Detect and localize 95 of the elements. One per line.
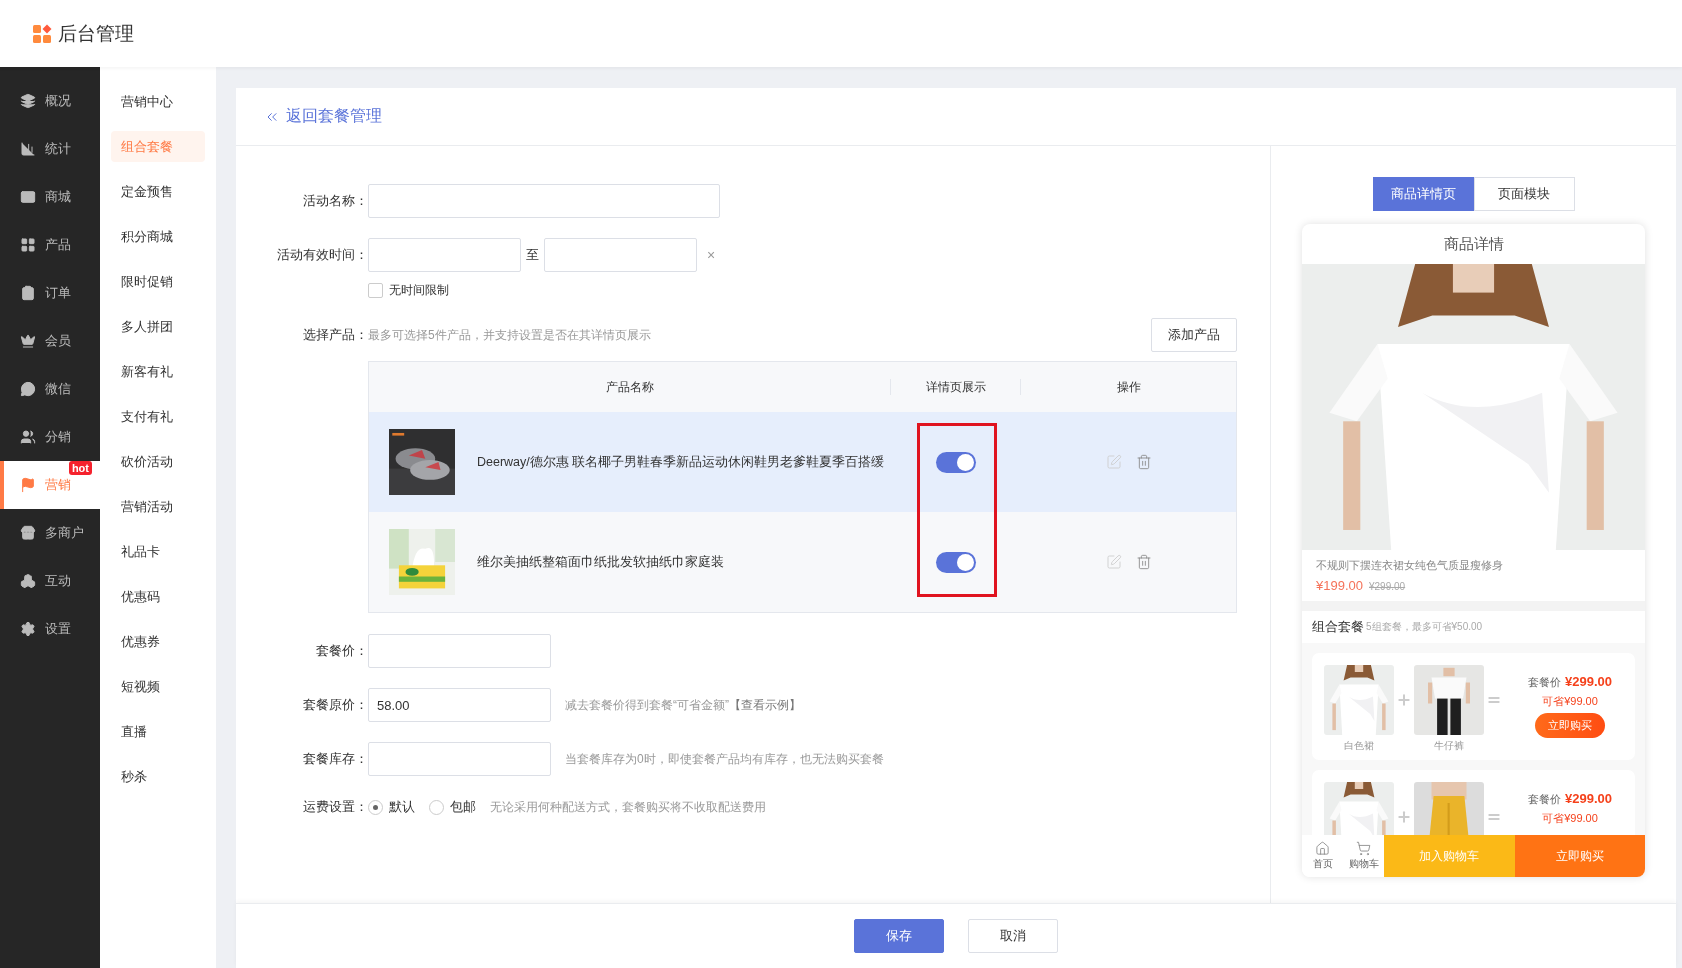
nav-item[interactable]: 订单: [0, 269, 100, 317]
nav-item[interactable]: 营销 hot: [0, 461, 100, 509]
cart-icon: [1356, 841, 1371, 856]
submenu-item[interactable]: 支付有礼: [111, 401, 205, 432]
checkbox[interactable]: 无时间限制: [368, 282, 449, 299]
nav-item[interactable]: 统计: [0, 125, 100, 173]
nav-item[interactable]: 设置: [0, 605, 100, 653]
field-label: 套餐价：: [315, 642, 368, 660]
range-separator: 至: [526, 246, 539, 264]
saving-amount: 可省¥99.00: [1542, 811, 1598, 826]
submenu-item[interactable]: 短视频: [111, 671, 205, 702]
field-label: 选择产品：: [302, 326, 368, 344]
input-field[interactable]: [368, 184, 720, 218]
item-name: 白色裙: [1344, 739, 1374, 753]
preview-tab[interactable]: 商品详情页: [1372, 177, 1474, 211]
price-label: 套餐价: [1528, 675, 1561, 690]
submenu-item[interactable]: 秒杀: [111, 761, 205, 792]
submenu-item[interactable]: 营销活动: [111, 491, 205, 522]
field-label: 活动有效时间：: [276, 246, 368, 264]
save-button[interactable]: 保存: [854, 919, 944, 953]
nav-item[interactable]: 互动: [0, 557, 100, 605]
nav-item[interactable]: 产品: [0, 221, 100, 269]
plus-icon: [1396, 809, 1412, 825]
column-header: 产品名称: [605, 380, 654, 394]
section-title: 组合套餐: [1312, 618, 1364, 636]
section-summary: 5组套餐，最多可省¥50.00: [1366, 620, 1483, 634]
submenu-item[interactable]: 礼品卡: [111, 536, 205, 567]
crown-icon: [20, 333, 36, 349]
nav-item[interactable]: 分销: [0, 413, 100, 461]
field-hint: 无论采用何种配送方式，套餐购买将不收取配送费用: [490, 798, 766, 816]
trash-icon[interactable]: [1135, 554, 1152, 570]
field-label: 活动名称：: [302, 192, 368, 210]
back-link[interactable]: 返回套餐管理: [264, 106, 382, 127]
input-field[interactable]: [368, 742, 551, 776]
grid-icon: [20, 237, 36, 253]
original-price: ¥299.00: [1369, 581, 1406, 592]
chat-bubble-icon: [20, 381, 36, 397]
field-label: 运费设置：: [302, 798, 368, 816]
submenu-item[interactable]: 限时促销: [111, 266, 205, 297]
bundle-price: ¥299.00: [1565, 674, 1612, 689]
preview-tab[interactable]: 页面模块: [1473, 177, 1575, 211]
nav-item[interactable]: 会员: [0, 317, 100, 365]
submenu-item[interactable]: 优惠码: [111, 581, 205, 612]
layers-icon: [20, 93, 36, 109]
logo-icon: [32, 23, 52, 44]
nav-item[interactable]: 商城: [0, 173, 100, 221]
app-title: 后台管理: [58, 21, 134, 46]
date-field[interactable]: [368, 238, 521, 272]
submenu-item[interactable]: 优惠券: [111, 626, 205, 657]
example-link[interactable]: 【查看示例】: [729, 696, 801, 714]
plus-icon: [1396, 692, 1412, 708]
nav-item[interactable]: 微信: [0, 365, 100, 413]
nav-item[interactable]: 多商户: [0, 509, 100, 557]
price: ¥199.00: [1316, 578, 1363, 593]
bundle-price: ¥299.00: [1565, 791, 1612, 806]
item-name: 牛仔裤: [1434, 739, 1464, 753]
page-title: 商品详情: [1443, 234, 1504, 254]
field-hint: 最多可选择5件产品，并支持设置是否在其详情页展示: [368, 326, 651, 344]
toggle-switch[interactable]: [936, 451, 976, 473]
trash-icon[interactable]: [1135, 454, 1152, 470]
settings-icon: [20, 621, 36, 637]
input-field[interactable]: [368, 634, 551, 668]
radio-option[interactable]: 包邮: [429, 798, 476, 816]
submenu-item[interactable]: 营销中心: [111, 86, 205, 117]
cancel-button[interactable]: 取消: [968, 919, 1058, 953]
add-product-button[interactable]: 添加产品: [1151, 318, 1237, 352]
submenu-item[interactable]: 新客有礼: [111, 356, 205, 387]
product-title: 不规则下摆连衣裙女纯色气质显瘦修身: [1316, 558, 1504, 573]
column-header: 操作: [1116, 380, 1141, 394]
users-icon: [20, 429, 36, 445]
submenu-item[interactable]: 定金预售: [111, 176, 205, 207]
field-hint: 当套餐库存为0时，即使套餐产品均有库存，也无法购买套餐: [565, 750, 884, 768]
hot-badge: hot: [68, 461, 92, 475]
submenu-item[interactable]: 直播: [111, 716, 205, 747]
toggle-switch[interactable]: [936, 551, 976, 573]
submenu-item[interactable]: 多人拼团: [111, 311, 205, 342]
product-name: 维尔美抽纸整箱面巾纸批发软抽纸巾家庭装: [477, 553, 724, 571]
home-icon: [1315, 841, 1330, 856]
edit-icon[interactable]: [1105, 454, 1122, 470]
input-field[interactable]: 58.00: [368, 688, 551, 722]
field-label: 套餐库存：: [302, 750, 368, 768]
radio-option[interactable]: 默认: [368, 798, 415, 816]
flag-icon: [20, 477, 36, 493]
bar-chart-icon: [20, 141, 36, 157]
submenu-item[interactable]: 砍价活动: [111, 446, 205, 477]
saving-amount: 可省¥99.00: [1542, 694, 1598, 709]
column-header: 详情页展示: [925, 380, 986, 394]
edit-icon[interactable]: [1105, 554, 1122, 570]
nav-item[interactable]: 概况: [0, 77, 100, 125]
field-hint: 减去套餐价得到套餐“可省金额”: [565, 696, 729, 714]
date-field[interactable]: [544, 238, 697, 272]
product-name: Deerway/德尔惠 联名椰子男鞋春季新品运动休闲鞋男老爹鞋夏季百搭缓: [477, 453, 885, 471]
field-label: 套餐原价：: [302, 696, 368, 714]
price-label: 套餐价: [1528, 792, 1561, 807]
submenu-item[interactable]: 积分商城: [111, 221, 205, 252]
